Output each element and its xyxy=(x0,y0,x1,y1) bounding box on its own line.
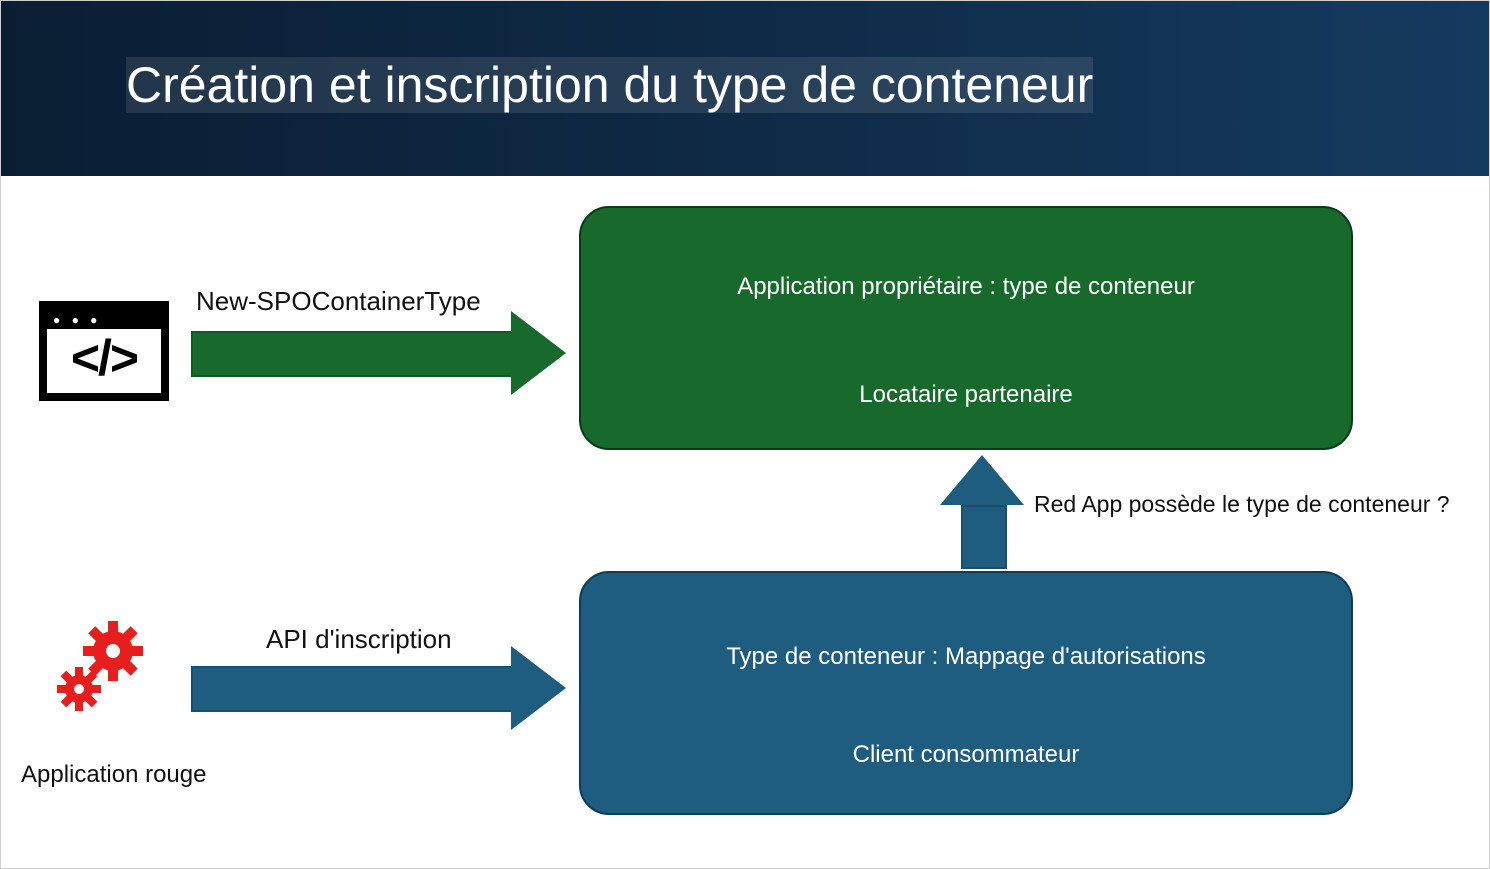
slide-header: Création et inscription du type de conte… xyxy=(1,1,1489,176)
blue-right-arrow-shaft xyxy=(191,666,515,712)
gears-icon xyxy=(51,611,161,721)
diagram-page: Création et inscription du type de conte… xyxy=(0,0,1490,869)
owning-app-box: Application propriétaire : type de conte… xyxy=(579,206,1353,450)
owning-app-line2: Locataire partenaire xyxy=(581,381,1351,409)
green-arrow-shaft xyxy=(191,331,515,377)
consuming-tenant-box: Type de conteneur : Mappage d'autorisati… xyxy=(579,571,1353,815)
consuming-line1: Type de conteneur : Mappage d'autorisati… xyxy=(581,643,1351,671)
owning-app-line1: Application propriétaire : type de conte… xyxy=(581,273,1351,301)
gears-label: Application rouge xyxy=(21,761,206,789)
green-arrow-head xyxy=(511,311,566,395)
consuming-line2: Client consommateur xyxy=(581,741,1351,769)
blue-up-arrow-shaft xyxy=(961,505,1007,569)
blue-up-arrow-head xyxy=(940,455,1024,505)
blue-right-arrow-head xyxy=(511,646,566,730)
top-arrow-label: New-SPOContainerType xyxy=(196,286,481,317)
code-window-icon: ● ● ● </> xyxy=(39,301,169,401)
slide-title: Création et inscription du type de conte… xyxy=(126,56,1093,114)
ownership-question-label: Red App possède le type de conteneur ? xyxy=(1034,491,1450,518)
bottom-arrow-label: API d'inscription xyxy=(266,624,452,655)
